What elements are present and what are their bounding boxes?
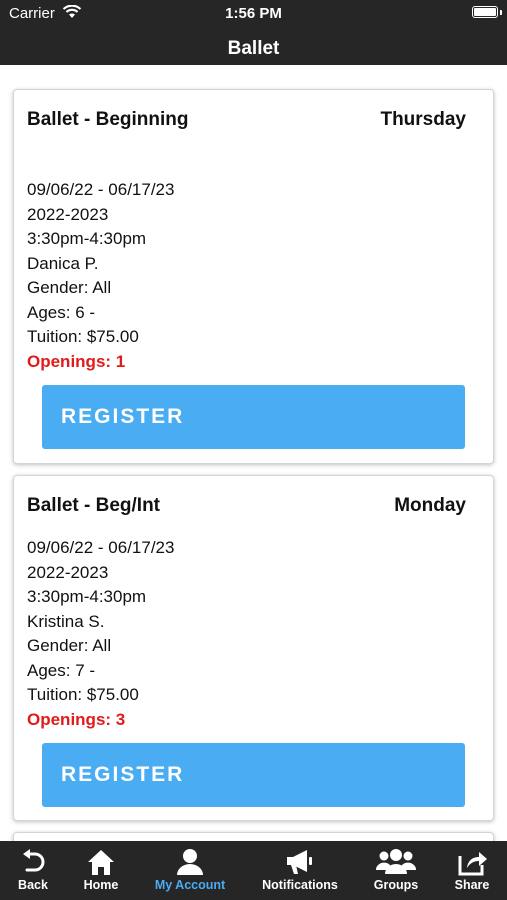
tab-share[interactable]: Share: [441, 841, 503, 900]
class-details: 09/06/22 - 06/17/23 2022-2023 3:30pm-4:3…: [27, 536, 174, 732]
tab-my-account[interactable]: My Account: [140, 841, 240, 900]
class-name: Ballet - Beg/Int: [27, 495, 161, 516]
class-card: Ballet - Beginning Thursday 09/06/22 - 0…: [13, 89, 494, 464]
class-gender: Gender: All: [27, 636, 112, 655]
battery-tip: [500, 10, 502, 15]
status-time: 1:56 PM: [225, 5, 282, 22]
battery-icon: [472, 6, 498, 18]
megaphone-icon: [255, 848, 345, 878]
class-ages: Ages: 6 -: [27, 302, 96, 322]
class-ages: Ages: 7 -: [27, 660, 96, 680]
user-icon: [140, 848, 240, 878]
home-icon: [70, 848, 132, 878]
class-card: Ballet - Beg/Int Monday 09/06/22 - 06/17…: [13, 475, 494, 821]
class-gender: Gender: All: [27, 278, 112, 297]
back-arrow-icon: [2, 848, 64, 878]
class-tuition: Tuition: $75.00: [27, 685, 139, 704]
class-season: 2022-2023: [27, 562, 109, 582]
class-time: 3:30pm-4:30pm: [27, 229, 147, 248]
status-bar: Carrier 1:56 PM: [0, 0, 507, 28]
register-button[interactable]: REGISTER: [42, 743, 465, 807]
class-instructor: Kristina S.: [27, 611, 105, 631]
share-icon: [441, 848, 503, 878]
groups-icon: [363, 848, 429, 878]
tab-back[interactable]: Back: [2, 841, 64, 900]
class-dates: 09/06/22 - 06/17/23: [27, 538, 175, 557]
tab-label: Home: [83, 878, 119, 892]
tab-label: My Account: [154, 878, 226, 892]
class-details: 09/06/22 - 06/17/23 2022-2023 3:30pm-4:3…: [27, 178, 174, 374]
tab-label: Notifications: [262, 878, 338, 892]
page-title: Ballet: [227, 38, 280, 59]
class-name: Ballet - Beginning: [27, 109, 189, 130]
class-openings: Openings: 3: [27, 709, 126, 729]
class-tuition: Tuition: $75.00: [27, 327, 139, 346]
class-season: 2022-2023: [27, 204, 109, 224]
tab-notifications[interactable]: Notifications: [255, 841, 345, 900]
class-day: Monday: [394, 495, 466, 516]
class-dates: 09/06/22 - 06/17/23: [27, 180, 175, 199]
tab-label: Back: [18, 878, 48, 892]
class-instructor: Danica P.: [27, 253, 99, 273]
nav-bar: Ballet: [0, 28, 507, 65]
class-card-partial: [13, 832, 494, 841]
tab-label: Groups: [373, 878, 419, 892]
tab-bar: Back Home My Account Notifications Group…: [0, 841, 507, 900]
tab-groups[interactable]: Groups: [363, 841, 429, 900]
class-openings: Openings: 1: [27, 351, 126, 371]
class-day: Thursday: [380, 109, 466, 130]
tab-home[interactable]: Home: [70, 841, 132, 900]
class-list[interactable]: Ballet - Beginning Thursday 09/06/22 - 0…: [0, 65, 507, 841]
tab-label: Share: [454, 878, 490, 892]
class-time: 3:30pm-4:30pm: [27, 587, 147, 606]
register-button[interactable]: REGISTER: [42, 385, 465, 449]
